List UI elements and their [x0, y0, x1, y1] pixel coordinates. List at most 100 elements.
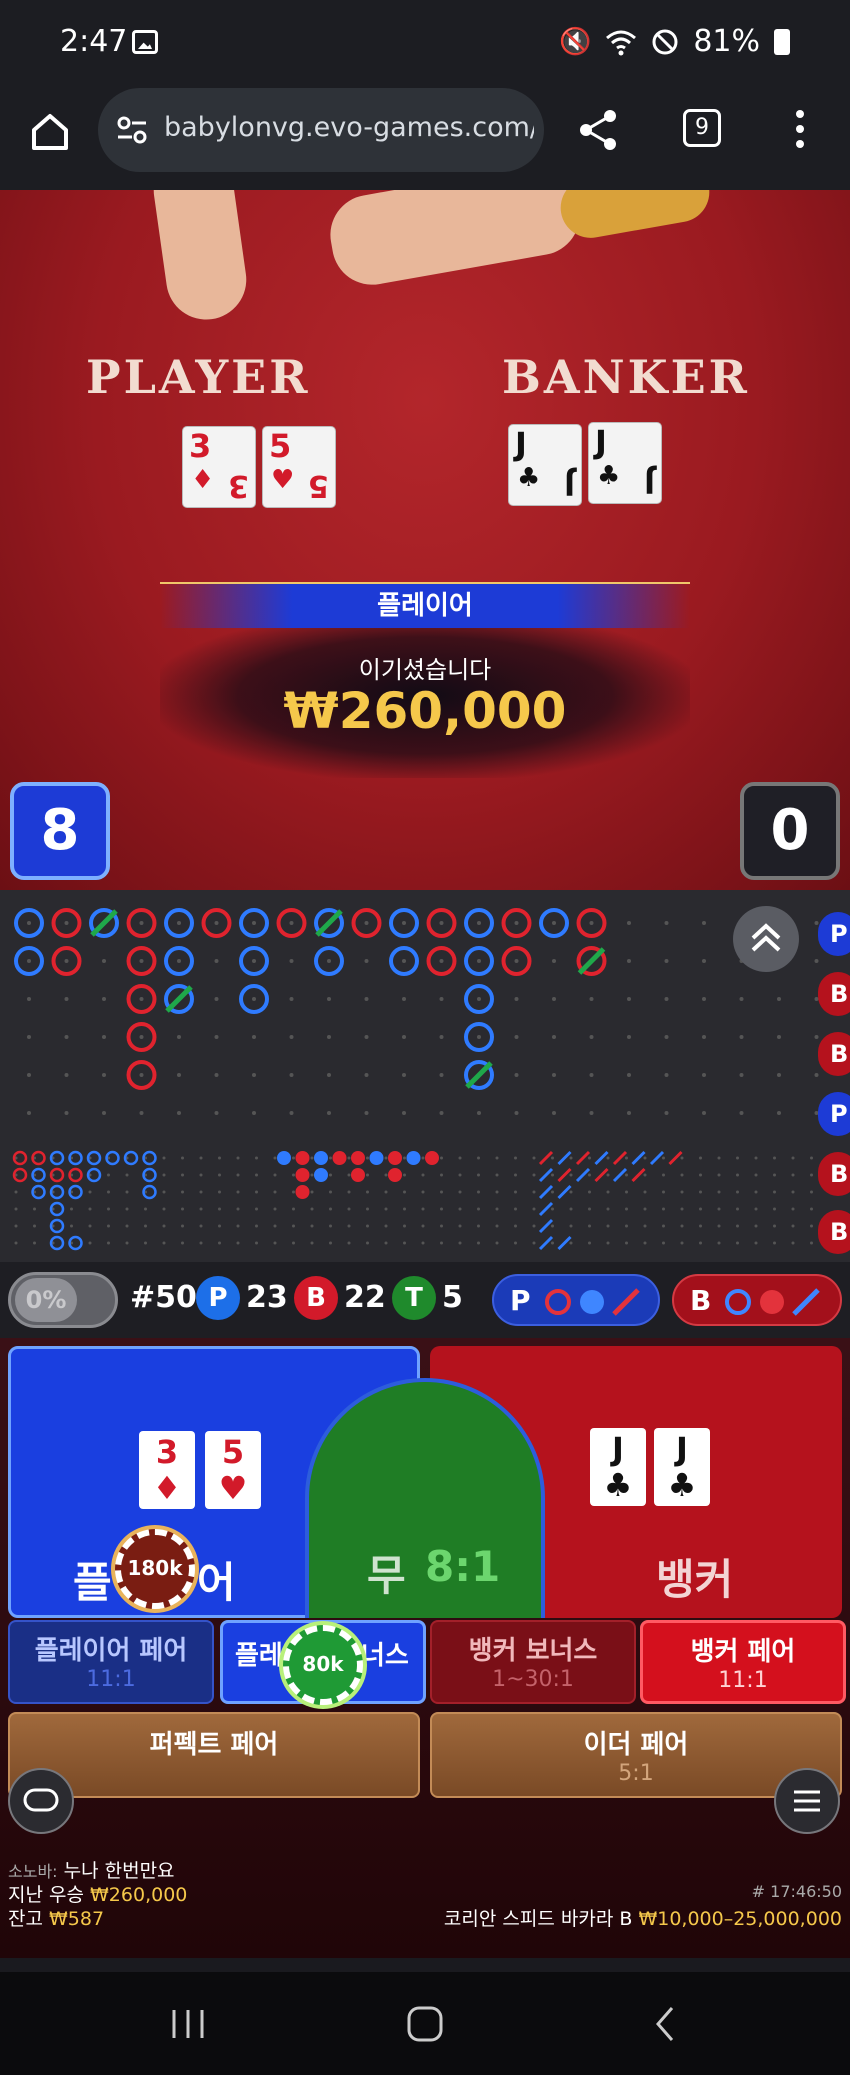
grid-dot — [440, 1156, 443, 1160]
grid-dot — [589, 1073, 594, 1077]
grid-dot — [347, 1190, 351, 1194]
grid-dot — [27, 959, 31, 963]
grid-dot — [477, 959, 481, 963]
grid-dot — [366, 1156, 369, 1160]
cockroach-marker — [612, 1150, 628, 1166]
grid-dot — [777, 1073, 781, 1077]
grid-dot — [403, 1190, 406, 1194]
grid-dot — [214, 1111, 219, 1115]
grid-dot — [514, 1173, 517, 1177]
banker-pair-bet[interactable]: 뱅커 페어 11:1 — [640, 1620, 846, 1704]
grid-dot — [402, 1073, 406, 1077]
grid-dot — [588, 1241, 591, 1245]
grid-dot — [162, 1190, 166, 1194]
grid-dot — [402, 959, 406, 963]
cockroach-marker — [612, 1167, 628, 1183]
grid-dot — [514, 1190, 517, 1194]
grid-dot — [810, 1173, 813, 1177]
stats-toggle[interactable]: 0% — [8, 1272, 118, 1328]
grid-dot — [625, 1207, 628, 1211]
expand-roads-button[interactable] — [733, 906, 799, 972]
grid-dot — [144, 1241, 147, 1245]
grid-dot — [477, 1241, 480, 1245]
grid-dot — [625, 1156, 628, 1160]
cockroach-marker — [538, 1235, 554, 1251]
grid-dot — [162, 1156, 166, 1160]
grid-dot — [421, 1224, 425, 1228]
grid-dot — [181, 1224, 184, 1228]
cockroach-marker — [631, 1167, 646, 1183]
grid-dot — [236, 1173, 240, 1177]
grid-dot — [680, 1224, 684, 1228]
tie-bet-spot[interactable]: 무 8:1 — [305, 1378, 545, 1618]
grid-dot — [495, 1241, 499, 1245]
grid-dot — [717, 1173, 721, 1177]
cockroach-marker — [557, 1184, 572, 1200]
grid-dot — [810, 1190, 813, 1194]
grid-dot — [292, 1241, 295, 1245]
grid-dot — [702, 1073, 706, 1077]
grid-dot — [218, 1156, 221, 1160]
grid-dot — [236, 1224, 240, 1228]
grid-dot — [289, 1073, 294, 1077]
last-win-line: 지난 우승 ₩260,000 — [8, 1880, 187, 1907]
grid-dot — [255, 1207, 258, 1211]
site-settings-icon[interactable] — [116, 114, 148, 146]
player-bonus-bet[interactable]: 플레 너스 80k — [220, 1620, 426, 1705]
grid-dot — [589, 1111, 594, 1115]
dealer-sleeve — [555, 190, 715, 243]
small-road-dot — [425, 1151, 439, 1165]
stats-toggle-label: 0% — [15, 1278, 77, 1322]
share-icon[interactable] — [576, 108, 620, 152]
grid-dot — [439, 921, 444, 925]
grid-dot — [552, 959, 556, 963]
banker-bonus-bet[interactable]: 뱅커 보너스 1~30:1 — [430, 1620, 636, 1704]
home-icon[interactable] — [28, 110, 72, 154]
address-bar[interactable]: babylonvg.evo-games.com/fro — [98, 88, 544, 172]
more-options-icon[interactable] — [790, 106, 810, 154]
player-pair-bet[interactable]: 플레이어 페어 11:1 — [8, 1620, 214, 1704]
grid-dot — [310, 1190, 314, 1194]
grid-dot — [754, 1224, 758, 1228]
grid-dot — [364, 1073, 369, 1077]
home-nav-icon[interactable] — [405, 2004, 445, 2044]
menu-button[interactable] — [774, 1768, 840, 1834]
grid-dot — [70, 1207, 73, 1211]
grid-dot — [364, 921, 369, 925]
back-icon[interactable] — [646, 2004, 686, 2044]
tab-switcher-button[interactable]: 9 — [683, 109, 721, 147]
player-predict-button[interactable]: P — [492, 1274, 660, 1326]
grid-dot — [791, 1173, 795, 1177]
grid-dot — [139, 959, 144, 963]
grid-dot — [532, 1241, 536, 1245]
grid-dot — [439, 1111, 444, 1115]
chat-button[interactable] — [8, 1768, 74, 1834]
grid-dot — [88, 1207, 92, 1211]
player-bonus-chip: 80k — [283, 1625, 363, 1705]
grid-dot — [88, 1241, 92, 1245]
cockroach-marker — [594, 1167, 609, 1183]
grid-dot — [477, 1173, 480, 1177]
banker-predict-button[interactable]: B — [672, 1274, 842, 1326]
grid-dot — [139, 1111, 144, 1115]
grid-dot — [625, 1241, 628, 1245]
recent-apps-icon[interactable] — [168, 2004, 208, 2044]
grid-dot — [495, 1156, 499, 1160]
grid-dot — [791, 1241, 795, 1245]
grid-dot — [14, 1190, 18, 1194]
grid-dot — [773, 1207, 776, 1211]
grid-dot — [199, 1224, 203, 1228]
grid-dot — [292, 1156, 295, 1160]
grid-dot — [589, 997, 594, 1001]
grid-dot — [477, 1111, 481, 1115]
grid-dot — [754, 1173, 758, 1177]
grid-dot — [218, 1173, 221, 1177]
grid-dot — [402, 1035, 406, 1039]
grid-dot — [773, 1241, 776, 1245]
grid-dot — [440, 1241, 443, 1245]
grid-dot — [627, 959, 631, 963]
grid-dot — [458, 1156, 462, 1160]
grid-dot — [273, 1156, 277, 1160]
grid-dot — [70, 1224, 73, 1228]
grid-dot — [289, 959, 294, 963]
